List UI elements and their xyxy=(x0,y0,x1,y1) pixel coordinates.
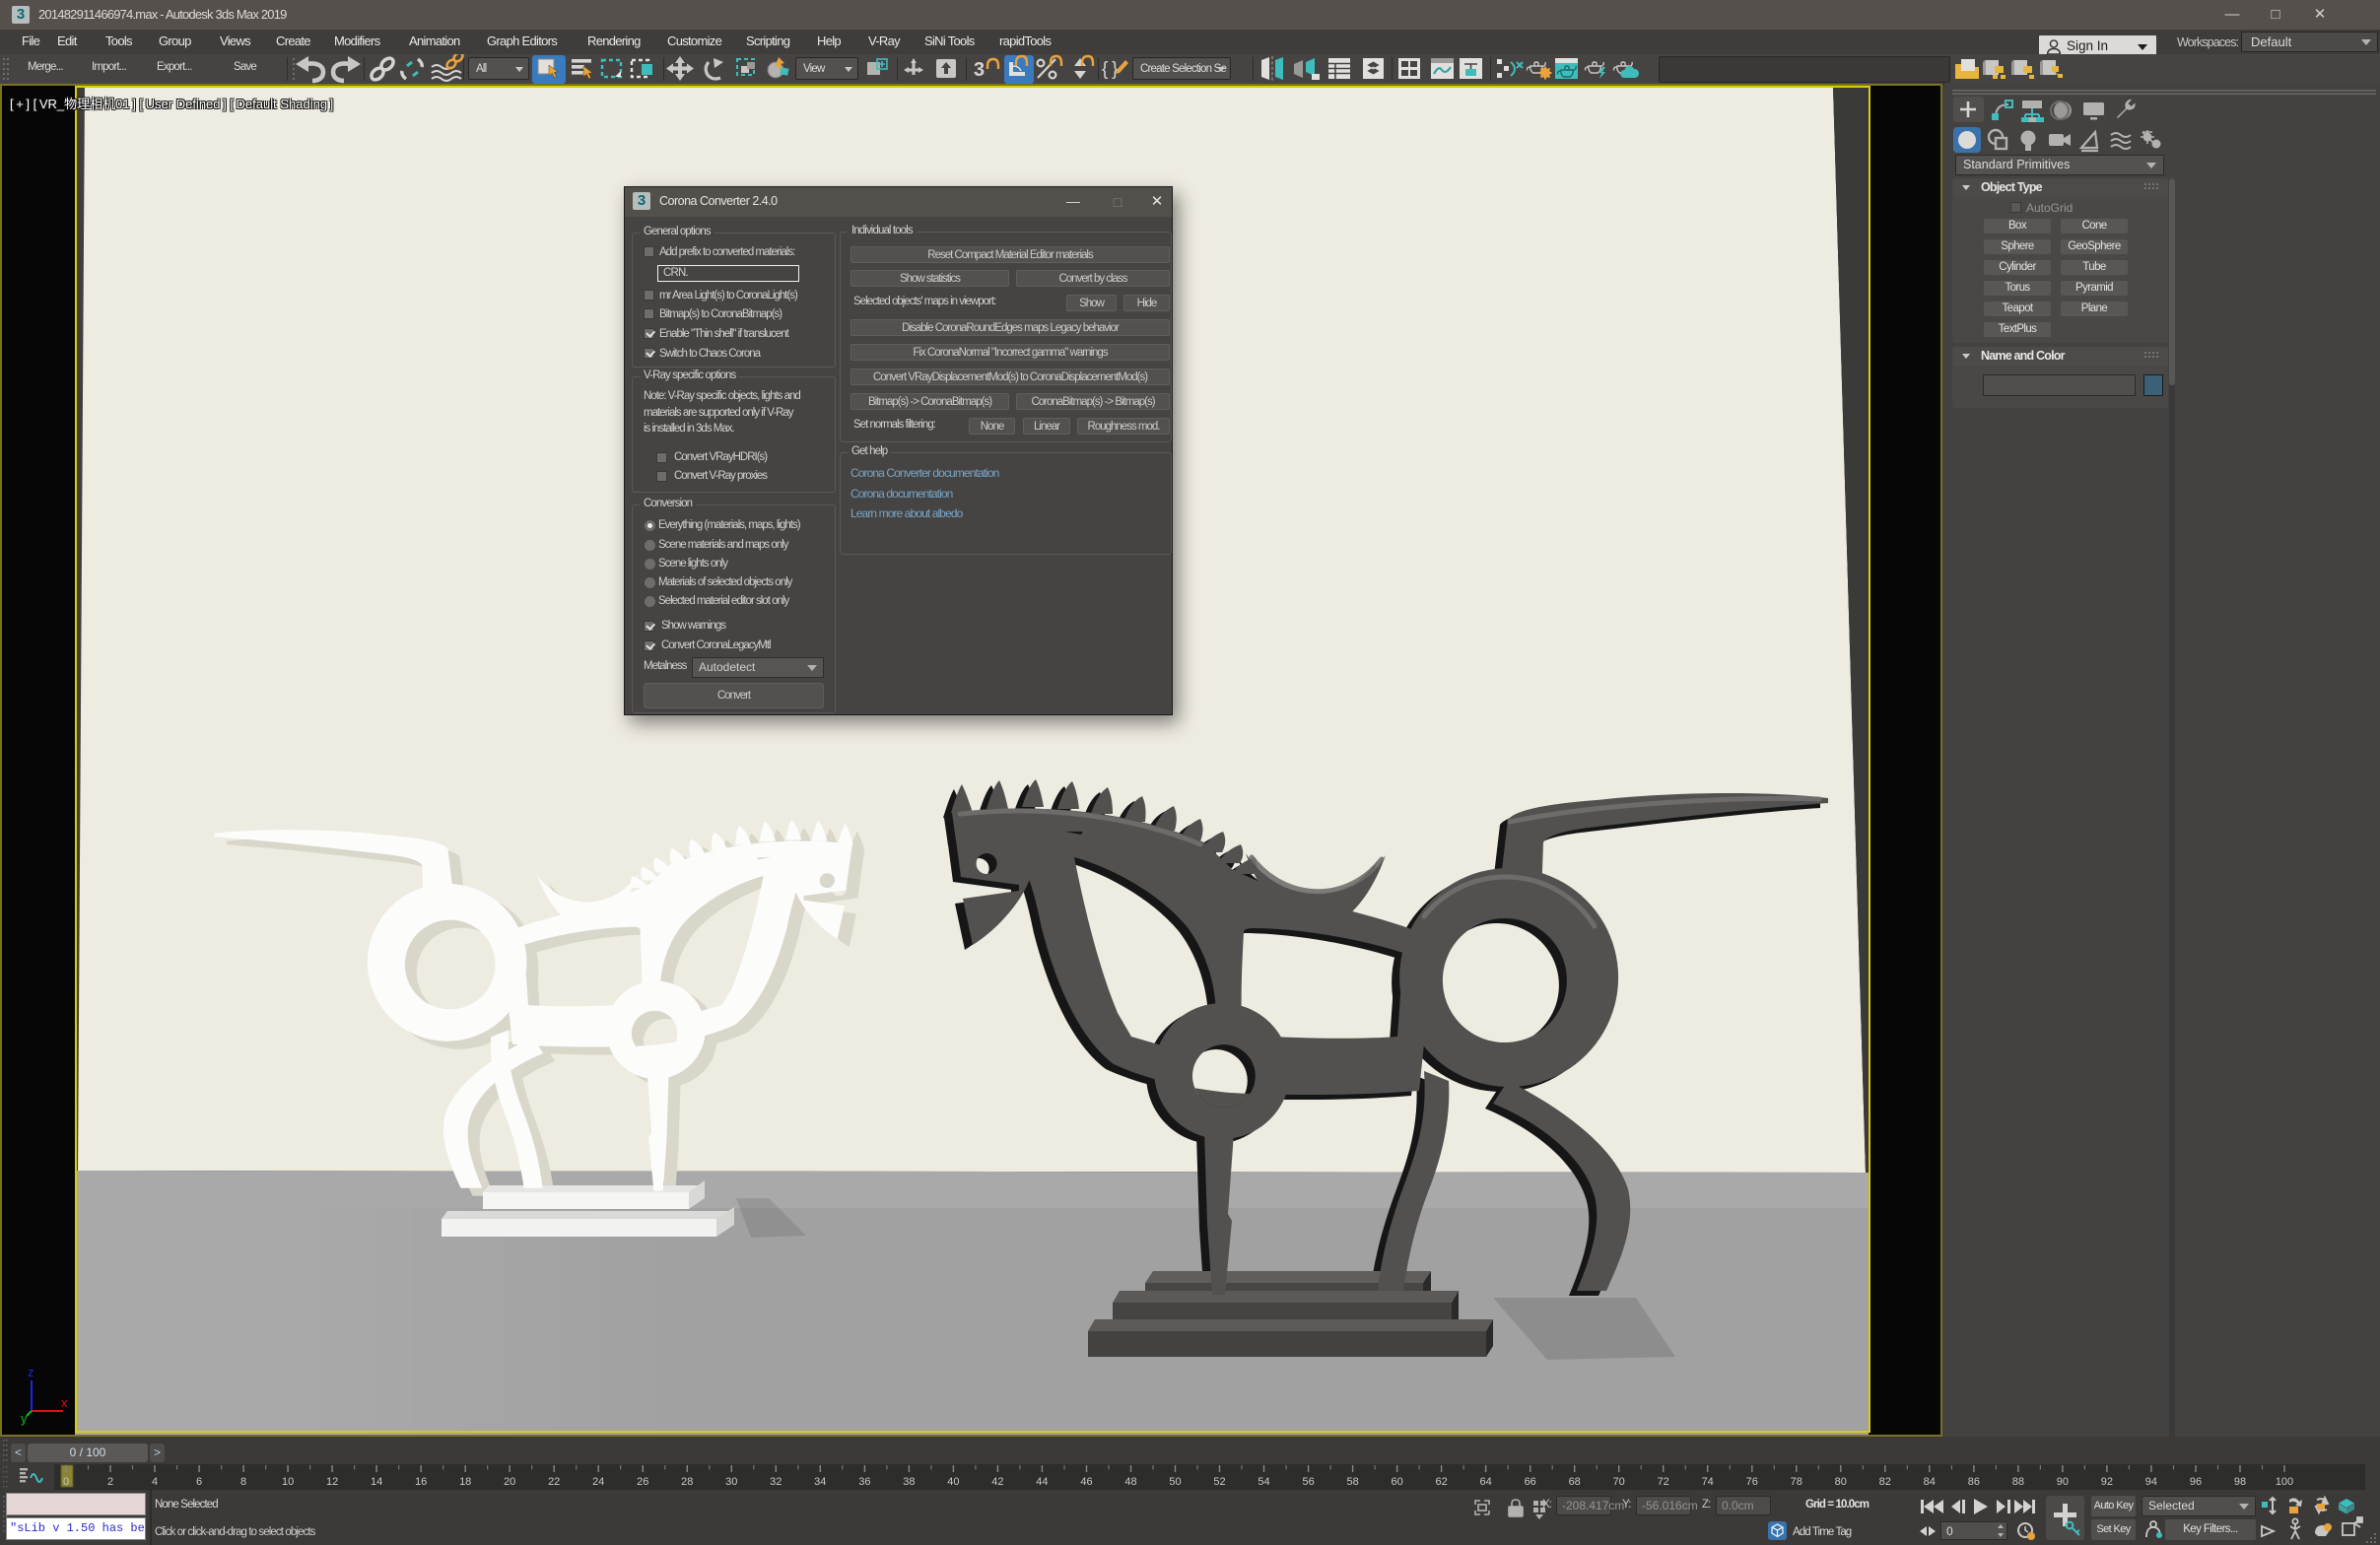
svg-text:40: 40 xyxy=(947,1476,959,1488)
svg-text:3: 3 xyxy=(974,59,985,81)
svg-text:10: 10 xyxy=(282,1476,294,1488)
svg-text:16: 16 xyxy=(415,1476,427,1488)
svg-text:72: 72 xyxy=(1658,1476,1669,1488)
svg-text:48: 48 xyxy=(1124,1476,1136,1488)
svg-text:2: 2 xyxy=(107,1476,113,1488)
svg-text:26: 26 xyxy=(637,1476,648,1488)
svg-text:98: 98 xyxy=(2234,1476,2246,1488)
svg-text:22: 22 xyxy=(548,1476,560,1488)
svg-text:y: y xyxy=(21,1411,28,1426)
svg-text:62: 62 xyxy=(1435,1476,1447,1488)
svg-text:20: 20 xyxy=(504,1476,515,1488)
svg-text:14: 14 xyxy=(371,1476,382,1488)
svg-text:50: 50 xyxy=(1169,1476,1181,1488)
svg-text:58: 58 xyxy=(1346,1476,1358,1488)
svg-text:34: 34 xyxy=(814,1476,826,1488)
svg-text:70: 70 xyxy=(1613,1476,1625,1488)
svg-text:38: 38 xyxy=(903,1476,915,1488)
svg-text:46: 46 xyxy=(1080,1476,1092,1488)
svg-text:z: z xyxy=(28,1367,34,1379)
svg-text:96: 96 xyxy=(2190,1476,2202,1488)
svg-text:94: 94 xyxy=(2145,1476,2157,1488)
svg-text:12: 12 xyxy=(326,1476,338,1488)
svg-text:32: 32 xyxy=(770,1476,782,1488)
svg-text:6: 6 xyxy=(196,1476,202,1488)
svg-text:78: 78 xyxy=(1791,1476,1802,1488)
svg-text:76: 76 xyxy=(1746,1476,1758,1488)
svg-text:64: 64 xyxy=(1479,1476,1491,1488)
svg-text:30: 30 xyxy=(725,1476,737,1488)
svg-text:86: 86 xyxy=(1968,1476,1980,1488)
svg-text:36: 36 xyxy=(858,1476,870,1488)
svg-text:74: 74 xyxy=(1702,1476,1714,1488)
svg-text:92: 92 xyxy=(2101,1476,2113,1488)
svg-text:90: 90 xyxy=(2057,1476,2069,1488)
svg-text:84: 84 xyxy=(1924,1476,1936,1488)
svg-text:{ }: { } xyxy=(1102,59,1119,80)
svg-text:44: 44 xyxy=(1036,1476,1048,1488)
svg-text:100: 100 xyxy=(2276,1476,2293,1488)
svg-text:88: 88 xyxy=(2012,1476,2024,1488)
svg-text:8: 8 xyxy=(240,1476,246,1488)
svg-text:28: 28 xyxy=(681,1476,693,1488)
svg-text:24: 24 xyxy=(592,1476,604,1488)
svg-text:54: 54 xyxy=(1258,1476,1269,1488)
svg-text:52: 52 xyxy=(1213,1476,1225,1488)
svg-text:42: 42 xyxy=(991,1476,1003,1488)
svg-text:66: 66 xyxy=(1525,1476,1536,1488)
svg-text:18: 18 xyxy=(459,1476,471,1488)
svg-text:0: 0 xyxy=(63,1476,69,1488)
svg-text:68: 68 xyxy=(1569,1476,1581,1488)
svg-text:80: 80 xyxy=(1835,1476,1847,1488)
svg-text:60: 60 xyxy=(1391,1476,1402,1488)
svg-text:x: x xyxy=(61,1395,68,1410)
svg-text:56: 56 xyxy=(1302,1476,1314,1488)
svg-text:82: 82 xyxy=(1879,1476,1891,1488)
svg-text:4: 4 xyxy=(152,1476,158,1488)
